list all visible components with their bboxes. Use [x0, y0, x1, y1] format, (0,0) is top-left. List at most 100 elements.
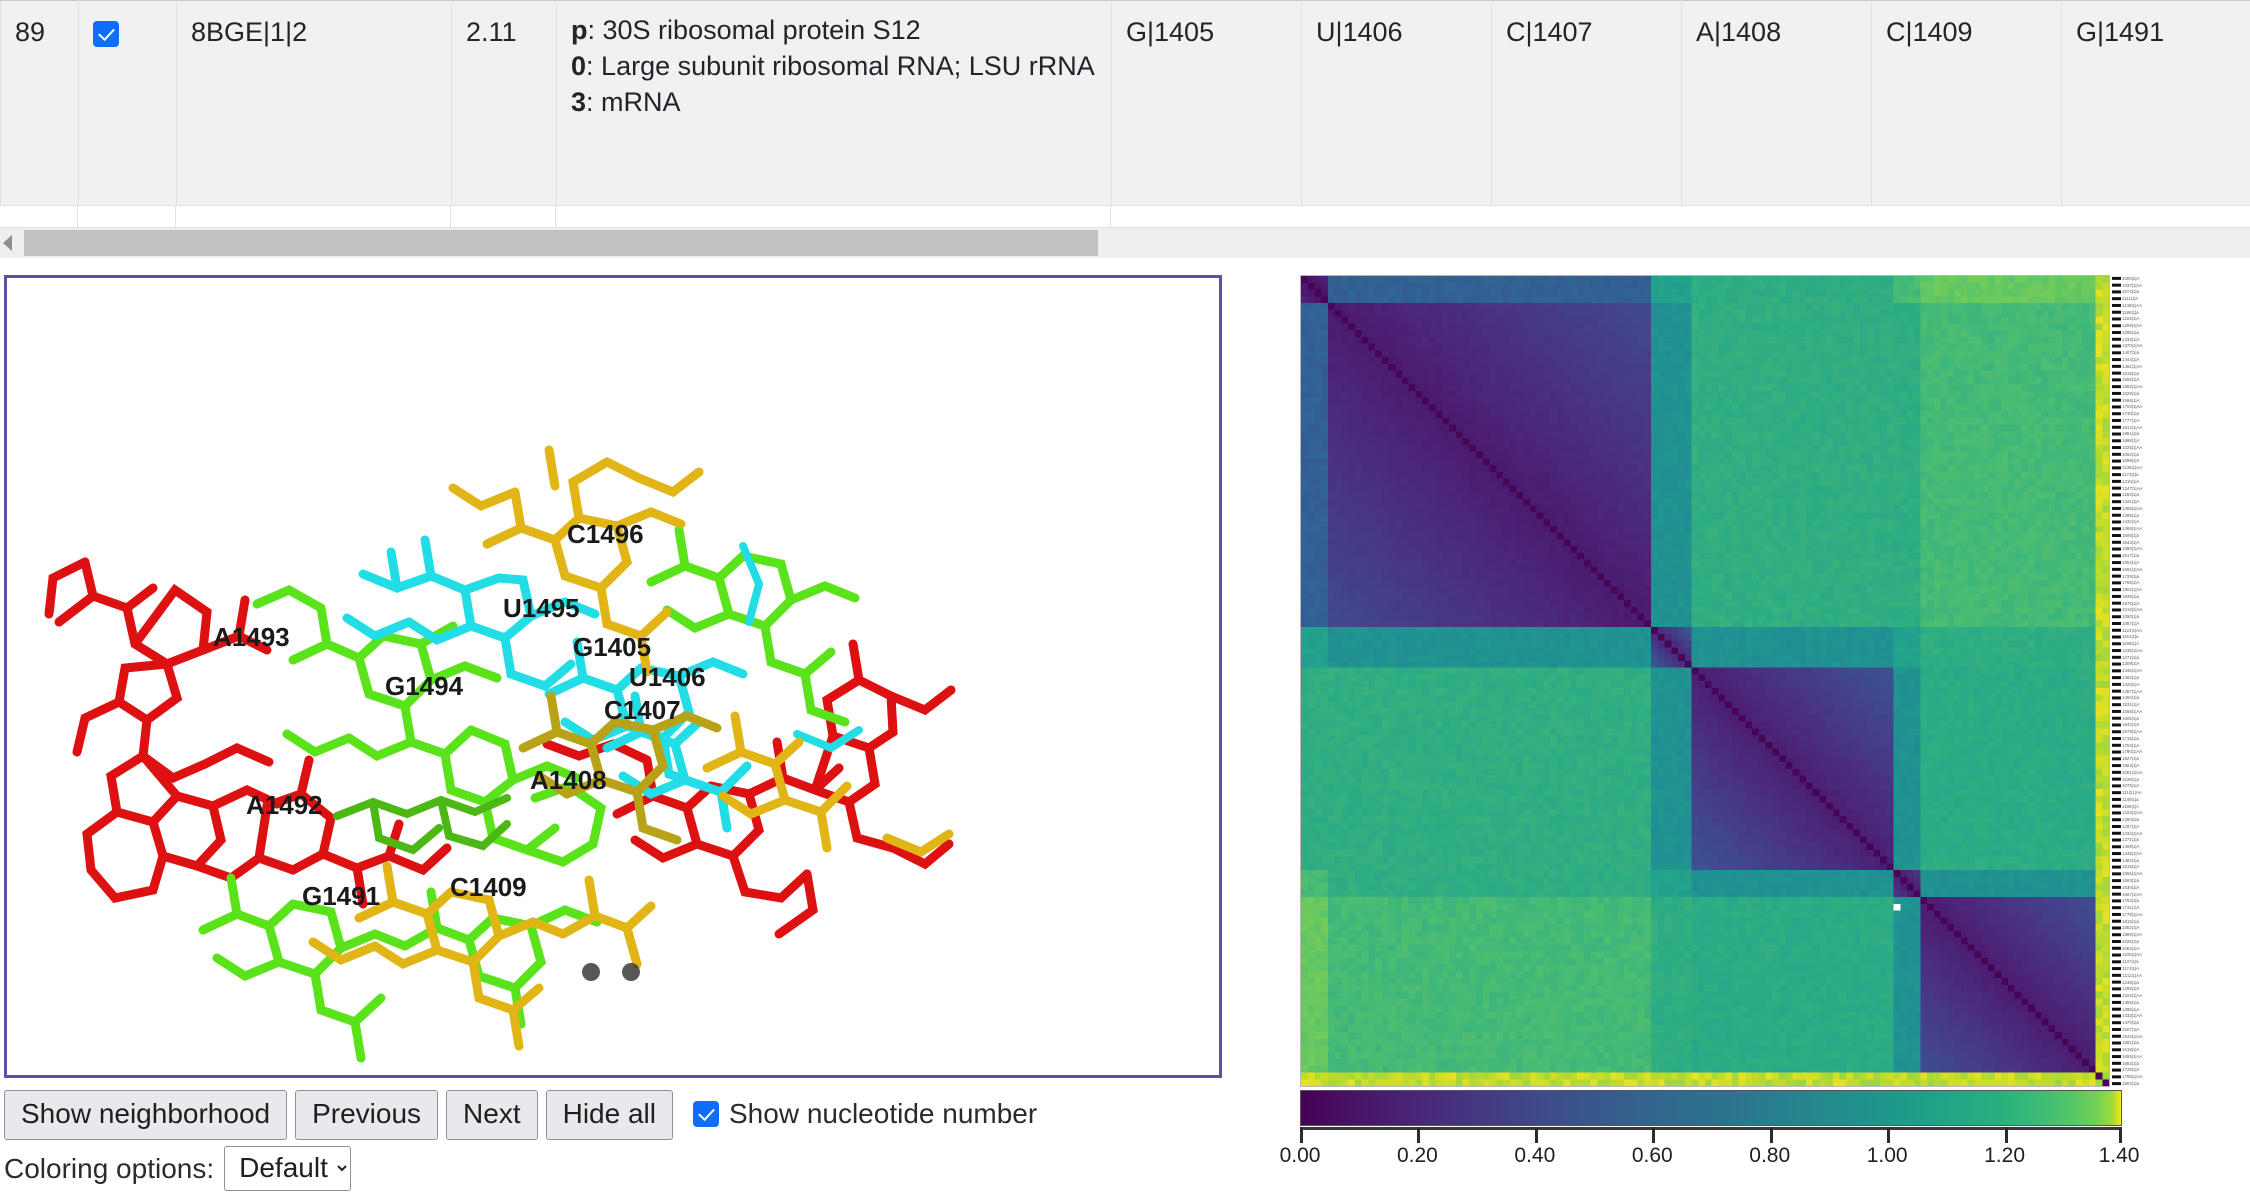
hide-all-button[interactable]: Hide all	[545, 1090, 673, 1141]
heatmap-tick-label: 1408|1|A	[2122, 844, 2140, 850]
nucleotide-value: G|1405	[1126, 17, 1215, 47]
colorbar-tick	[1769, 1127, 1773, 1143]
heatmap-tick-label: 1062|1|a	[2122, 451, 2139, 457]
nucleotide-label-c1407: C1407	[604, 695, 681, 725]
colorbar-tick	[1300, 1127, 1303, 1143]
show-nucleotide-number-checkbox[interactable]	[693, 1101, 719, 1127]
heatmap-tick-label: 1222|1|A	[2122, 316, 2140, 322]
resolution-value: 2.11	[466, 17, 517, 47]
heatmap-tick-label: 1519|1|A	[2122, 864, 2140, 870]
heatmap-tick-label: 1186|1|A	[2122, 803, 2140, 809]
heatmap-tick-label: 1124|1|AA	[2122, 627, 2143, 633]
colorbar-tick	[1887, 1127, 1891, 1143]
chain-entry: p: 30S ribosomal protein S12	[571, 13, 1097, 49]
colorbar-tick-label: 1.20	[1984, 1144, 2025, 1167]
coloring-options-label: Coloring options:	[4, 1152, 215, 1184]
heatmap-tick-label: 1605|1|a	[2122, 715, 2139, 721]
chain-desc: 30S ribosomal protein S12	[602, 15, 921, 45]
heatmap-tick-label: 1198|1|A	[2122, 641, 2140, 647]
heatmap-tick-label: 1568|1|AA	[2122, 708, 2143, 714]
nucleotide-value: G|1491	[2076, 17, 2165, 47]
chains-cell: p: 30S ribosomal protein S12 0: Large su…	[556, 0, 1112, 206]
structure-id-cell: 8BGE|1|2	[176, 0, 452, 206]
heatmap-tick-label: 1839|1|a	[2122, 593, 2139, 599]
heatmap-tick-label: 1692|1|a	[2122, 1060, 2139, 1066]
heatmap-tick-label: 1149|1|a	[2122, 796, 2139, 802]
results-table-container: 89 8BGE|1|2 2.11 p: 30S ribosomal protei…	[0, 0, 2250, 210]
scroll-left-arrow-icon[interactable]	[0, 228, 14, 258]
scrollbar-track[interactable]	[14, 228, 2250, 258]
chain-key: 0	[571, 50, 587, 81]
heatmap-tick-label: 1581|1|a	[2122, 1040, 2139, 1046]
heatmap-tick-label: 1778|1|AA	[2122, 911, 2143, 917]
next-button[interactable]: Next	[446, 1090, 538, 1141]
heatmap-tick-label: 1173|1|a	[2122, 472, 2139, 478]
horizontal-scrollbar[interactable]	[0, 228, 2250, 258]
nucleotide-cell: U|1406	[1301, 0, 1492, 206]
heatmap-tick-label: 1876|1|A	[2122, 600, 2140, 606]
heatmap-tick-label: 1765|1|A	[2122, 580, 2140, 586]
nucleotide-label-g1494: G1494	[385, 671, 464, 701]
heatmap-tick-label: 1026|1|a	[2122, 938, 2139, 944]
heatmap-tick-label: 1741|1|A	[2122, 905, 2140, 911]
heatmap-tick-label: 1038|1|a	[2122, 776, 2139, 782]
show-neighborhood-button[interactable]: Show neighborhood	[4, 1090, 288, 1141]
heatmap-tick-label: 1296|1|a	[2122, 329, 2139, 335]
scrollbar-thumb[interactable]	[24, 230, 1098, 256]
heatmap-canvas[interactable]	[1301, 276, 2109, 1086]
heatmap-tick-label: 1210|1|A	[2122, 478, 2140, 484]
heatmap-tick-label: 1630|1|A	[2122, 884, 2140, 890]
molecule-3d-viewer[interactable]: C1496 U1495 G1405 U1406 A1493 G1494 C140…	[4, 275, 1222, 1078]
heatmap-tick-label: 1420|1|A	[2122, 681, 2140, 687]
coloring-options-select[interactable]: Default	[224, 1146, 352, 1191]
heatmap-tick-label: 1470|1|a	[2122, 1020, 2139, 1026]
viewer-dot	[582, 963, 600, 981]
heatmap-tick-label: 1000|1|A	[2122, 275, 2140, 281]
colorbar-tick	[2119, 1127, 2122, 1143]
heatmap-tick-label: 1666|1|A	[2122, 397, 2140, 403]
chain-entry: 3: mRNA	[571, 85, 1097, 121]
results-table: 89 8BGE|1|2 2.11 p: 30S ribosomal protei…	[0, 0, 2250, 206]
heatmap-tick-label: 1272|1|a	[2122, 654, 2139, 660]
heatmap-tick-label: 1888|1|A	[2122, 438, 2140, 444]
row-select-cell[interactable]	[78, 0, 177, 206]
show-nucleotide-number-toggle[interactable]: Show nucleotide number	[693, 1090, 1037, 1130]
chain-desc: mRNA	[601, 86, 681, 117]
coloring-options-row: Coloring options: Default	[4, 1146, 352, 1191]
colorbar-tick-label: 0.40	[1514, 1144, 1556, 1167]
heatmap-tick-label: 1322|1|AA	[2122, 993, 2143, 999]
distance-matrix-heatmap[interactable]	[1300, 275, 2110, 1087]
heatmap-tick-label: 1260|1|a	[2122, 817, 2139, 823]
nucleotide-label-a1493: A1493	[213, 622, 290, 652]
heatmap-tick-label: 1161|1|a	[2122, 634, 2139, 640]
heatmap-tick-label: 1111|1|A	[2122, 296, 2139, 302]
chain-entry: 0: Large subunit ribosomal RNA; LSU rRNA	[571, 49, 1097, 85]
table-row[interactable]: 89 8BGE|1|2 2.11 p: 30S ribosomal protei…	[0, 0, 2250, 206]
row-select-checkbox[interactable]	[93, 20, 119, 47]
heatmap-tick-label: 1704|1|a	[2122, 898, 2139, 904]
heatmap-tick-label: 1457|1|AA	[2122, 688, 2143, 694]
heatmap-tick-label: 1174|1|A	[2122, 965, 2140, 971]
heatmap-tick-label: 1753|1|A	[2122, 742, 2140, 748]
heatmap-tick-label: 1395|1|a	[2122, 512, 2139, 518]
previous-button[interactable]: Previous	[295, 1090, 439, 1141]
heatmap-tick-label: 1728|1|a	[2122, 573, 2139, 579]
heatmap-tick-label: 1617|1|a	[2122, 553, 2139, 559]
colorbar-tick-label: 0.80	[1749, 1144, 1791, 1167]
distance-matrix-panel: 1000|1|A 1037|1|AA 1074|1|a 1111|1|A 1148|1|…	[1280, 268, 2240, 1197]
heatmap-tick-label: 1112|1|AA	[2122, 790, 2142, 796]
nucleotide-value: C|1407	[1506, 17, 1593, 47]
heatmap-tick-label: 1852|1|A	[2122, 925, 2140, 931]
heatmap-tick-label: 1815|1|a	[2122, 918, 2139, 924]
chain-key: 3	[571, 86, 587, 117]
heatmap-tick-label: 1370|1|AA	[2122, 343, 2143, 349]
colorbar-tick	[1652, 1127, 1656, 1143]
heatmap-tick-label: 1137|1|a	[2122, 959, 2139, 965]
molecule-structure[interactable]: C1496 U1495 G1405 U1406 A1493 G1494 C140…	[7, 278, 1219, 1075]
nucleotide-label-g1491: G1491	[302, 881, 380, 911]
heatmap-tick-label: 1494|1|a	[2122, 695, 2139, 701]
row-index-cell: 89	[0, 0, 79, 206]
heatmap-tick-label: 1802|1|AA	[2122, 587, 2143, 593]
table-filler-row	[0, 206, 2250, 228]
heatmap-tick-label: 1655|1|AA	[2122, 1053, 2143, 1059]
